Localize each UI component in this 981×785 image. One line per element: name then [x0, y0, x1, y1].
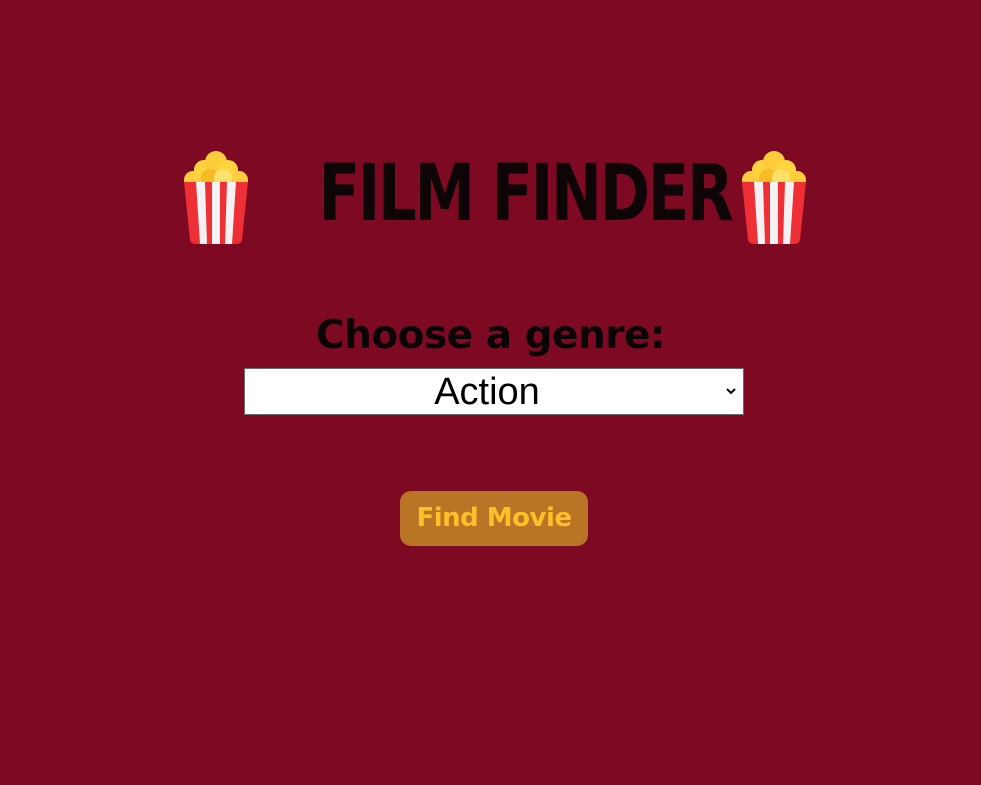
chevron-down-icon: [726, 388, 736, 395]
find-movie-button[interactable]: Find Movie: [400, 491, 588, 546]
page-title: FILM FINDER: [318, 149, 734, 239]
genre-label: Choose a genre:: [315, 313, 666, 358]
header: FILM FINDER: [0, 140, 981, 250]
genre-select-value: Action: [434, 371, 540, 413]
popcorn-icon: [184, 151, 248, 244]
popcorn-icon: [742, 151, 806, 244]
genre-select[interactable]: Action: [244, 368, 744, 415]
